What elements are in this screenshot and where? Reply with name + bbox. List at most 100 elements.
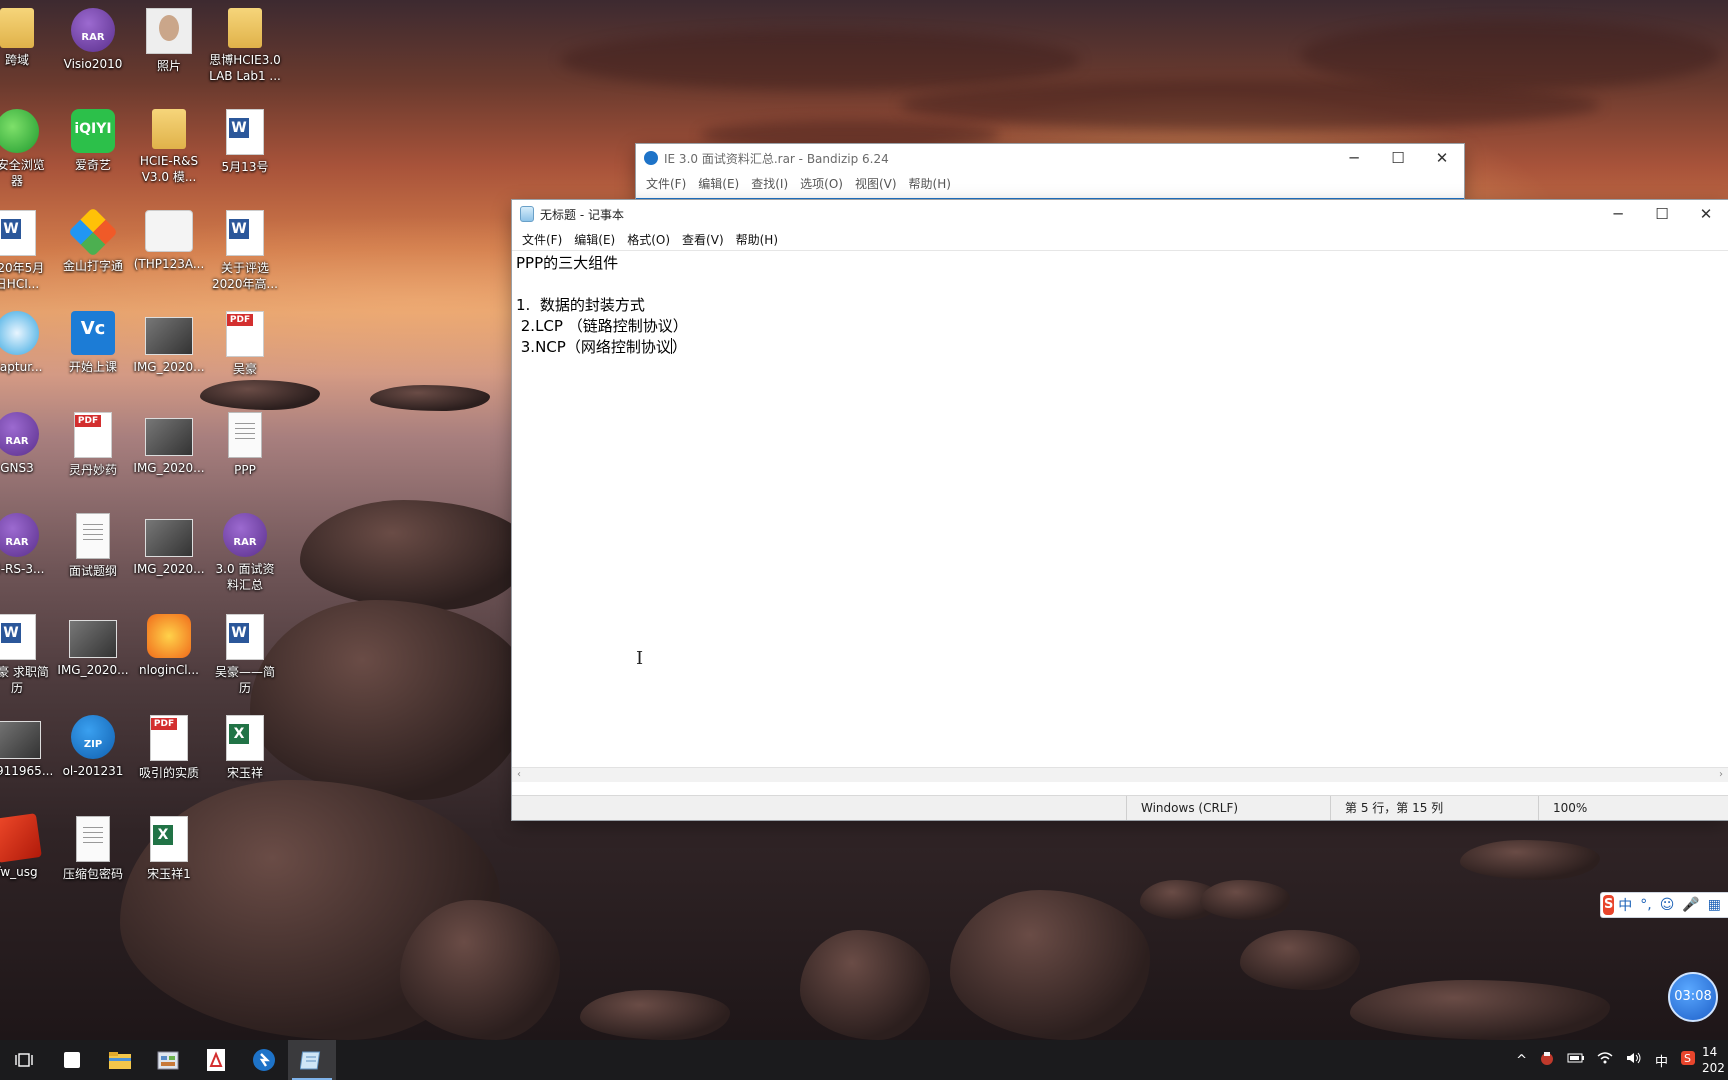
desktop-shortcut[interactable]: PDF 灵丹妙药 xyxy=(56,412,130,478)
desktop-shortcut[interactable]: X 宋玉祥 xyxy=(208,715,282,781)
desktop-shortcut[interactable]: IMG_2020... xyxy=(56,614,130,678)
desktop-shortcut-label: 5月13号 xyxy=(221,160,269,174)
desktop-shortcut[interactable]: RAR Visio2010 xyxy=(56,8,130,72)
desktop-shortcut[interactable]: ZIP ol-201231 xyxy=(56,715,130,779)
task-view-button[interactable] xyxy=(0,1040,48,1080)
desktop-shortcut[interactable]: 金山打字通 xyxy=(56,207,130,274)
bandizip-close-button[interactable]: ✕ xyxy=(1420,144,1464,172)
bandizip-menu-edit[interactable]: 编辑(E) xyxy=(692,175,745,192)
desktop-shortcut[interactable]: 压缩包密码 xyxy=(56,816,130,882)
bandizip-menu-find[interactable]: 查找(I) xyxy=(745,175,794,192)
rock-shape xyxy=(370,385,490,411)
notepad-window[interactable]: 无标题 - 记事本 ─ ☐ ✕ 文件(F) 编辑(E) 格式(O) 查看(V) … xyxy=(512,200,1728,820)
taskbar-app-pdf-reader[interactable] xyxy=(192,1040,240,1080)
bandizip-menu-options[interactable]: 选项(O) xyxy=(794,175,849,192)
bandizip-menu-file[interactable]: 文件(F) xyxy=(640,175,692,192)
desktop-shortcut[interactable]: W 吴豪 求职简 历 xyxy=(0,614,54,696)
show-hidden-icons-chevron-icon[interactable]: ^ xyxy=(1516,1053,1527,1068)
notepad-text-content[interactable]: PPP的三大组件 ​1. 数据的封装方式 2.LCP （链路控制协议） 3.NCP… xyxy=(516,253,1724,766)
rock-shape xyxy=(1350,980,1610,1040)
taskbar-app-bandizip[interactable] xyxy=(240,1040,288,1080)
notepad-text-area[interactable]: PPP的三大组件 ​1. 数据的封装方式 2.LCP （链路控制协议） 3.NCP… xyxy=(512,250,1728,782)
desktop-shortcut[interactable]: W 5月13号 xyxy=(208,109,282,175)
desktop-shortcut[interactable]: fw_usg xyxy=(0,813,54,880)
notepad-menu-edit[interactable]: 编辑(E) xyxy=(568,231,621,248)
notepad-menu-file[interactable]: 文件(F) xyxy=(516,231,568,248)
bandizip-menu-view[interactable]: 视图(V) xyxy=(849,175,903,192)
taskbar-app-whiteboard[interactable] xyxy=(48,1040,96,1080)
notepad-minimize-button[interactable]: ─ xyxy=(1596,200,1640,228)
iqiyi-icon: iQIYI xyxy=(71,109,115,153)
desktop-shortcut[interactable]: IMG_2020... xyxy=(132,513,206,577)
volume-icon[interactable] xyxy=(1625,1051,1643,1069)
excel-icon: X xyxy=(150,816,188,862)
desktop-shortcut[interactable]: RAR IE-RS-3... xyxy=(0,513,54,577)
scroll-left-arrow-icon[interactable]: ‹ xyxy=(512,768,526,782)
clock-time: 14 xyxy=(1702,1045,1718,1059)
bandizip-titlebar[interactable]: IE 3.0 面试资料汇总.rar - Bandizip 6.24 ─ ☐ ✕ xyxy=(636,144,1464,172)
notepad-menu-format[interactable]: 格式(O) xyxy=(621,231,676,248)
scroll-right-arrow-icon[interactable]: › xyxy=(1714,768,1728,782)
desktop-shortcut[interactable]: PDF 吸引的实质 xyxy=(132,715,206,781)
ime-toolbar[interactable]: S 中 °, ☺ 🎤 ▦ xyxy=(1600,892,1728,918)
input-language-indicator[interactable]: 中 xyxy=(1655,1051,1668,1070)
word-icon: W xyxy=(226,614,264,660)
taskbar-clock[interactable]: 14 202 xyxy=(1702,1044,1728,1076)
horizontal-scrollbar[interactable]: ‹ › xyxy=(512,767,1728,782)
desktop-shortcut[interactable]: IMG_2020... xyxy=(132,412,206,476)
desktop-shortcut[interactable]: RAR GNS3 xyxy=(0,412,54,476)
desktop-shortcut[interactable]: PDF 吴豪 xyxy=(208,311,282,377)
pdf-icon: PDF xyxy=(150,715,188,761)
ime-microphone-icon[interactable]: 🎤 xyxy=(1682,897,1699,913)
taskbar-app-file-explorer[interactable] xyxy=(96,1040,144,1080)
ime-punctuation-toggle[interactable]: °, xyxy=(1640,897,1651,913)
bandizip-menu-help[interactable]: 帮助(H) xyxy=(903,175,957,192)
desktop-shortcut[interactable]: HCIE-R&S V3.0 模... xyxy=(132,109,206,185)
desktop-shortcut[interactable]: 照片 xyxy=(132,8,206,74)
taskbar-app-notepad[interactable] xyxy=(288,1040,336,1080)
desktop-shortcut[interactable]: PPP xyxy=(208,412,282,478)
desktop-shortcut[interactable]: iQIYI 爱奇艺 xyxy=(56,109,130,173)
battery-icon[interactable] xyxy=(1567,1052,1585,1068)
desktop-shortcut[interactable]: W 020年5月 日HCI... xyxy=(0,210,54,292)
desktop-shortcut[interactable]: 跨域 xyxy=(0,8,54,68)
desktop-shortcut[interactable]: X 宋玉祥1 xyxy=(132,816,206,882)
word-icon: W xyxy=(226,210,264,256)
desktop-shortcut[interactable]: 思博HCIE3.0 LAB Lab1 ... xyxy=(208,8,282,84)
recording-timer[interactable]: 03:08 xyxy=(1668,972,1718,1022)
icon-badge-text: RAR xyxy=(5,537,29,548)
desktop-shortcut[interactable]: RAR 3.0 面试资 料汇总 xyxy=(208,513,282,593)
ime-mode-toggle[interactable]: 中 xyxy=(1618,895,1632,915)
desktop-shortcut[interactable]: IMG_2020... xyxy=(132,311,206,375)
pdf-icon: PDF xyxy=(226,311,264,357)
desktop-shortcut[interactable]: (THP123A... xyxy=(132,210,206,272)
desktop-shortcut[interactable]: 面试题纲 xyxy=(56,513,130,579)
desktop-shortcut[interactable]: Captur... xyxy=(0,311,54,375)
tray-app-icon[interactable] xyxy=(1539,1050,1555,1070)
ime-keyboard-icon[interactable]: ▦ xyxy=(1708,897,1721,913)
desktop-shortcut[interactable]: 15911965... xyxy=(0,715,54,779)
ime-emoji-icon[interactable]: ☺ xyxy=(1660,897,1675,913)
desktop-shortcut[interactable]: W 关于评选 2020年高... xyxy=(208,210,282,292)
desktop-shortcut-label: IMG_2020... xyxy=(133,360,205,374)
desktop-shortcut-label: 15911965... xyxy=(0,764,54,778)
bandizip-minimize-button[interactable]: ─ xyxy=(1332,144,1376,172)
bandizip-window[interactable]: IE 3.0 面试资料汇总.rar - Bandizip 6.24 ─ ☐ ✕ … xyxy=(636,144,1464,201)
taskbar-app-control-panel[interactable] xyxy=(144,1040,192,1080)
wifi-icon[interactable] xyxy=(1597,1051,1613,1069)
bandizip-maximize-button[interactable]: ☐ xyxy=(1376,144,1420,172)
notepad-close-button[interactable]: ✕ xyxy=(1684,200,1728,228)
desktop-shortcut[interactable]: 0安全浏览 器 xyxy=(0,109,54,189)
notepad-menu-help[interactable]: 帮助(H) xyxy=(730,231,784,248)
desktop-shortcut[interactable]: W 吴豪——简 历 xyxy=(208,614,282,696)
desktop-shortcut-label: HCIE-R&S V3.0 模... xyxy=(139,154,199,184)
desktop-shortcut[interactable]: nloginCl... xyxy=(132,614,206,678)
notepad-titlebar[interactable]: 无标题 - 记事本 ─ ☐ ✕ xyxy=(512,200,1728,228)
sogou-logo-icon[interactable]: S xyxy=(1603,895,1615,915)
rar-icon: RAR xyxy=(223,513,267,557)
desktop-shortcut[interactable]: Vc 开始上课 xyxy=(56,311,130,375)
image-icon xyxy=(145,210,193,252)
sogou-tray-icon[interactable]: S xyxy=(1680,1050,1696,1070)
notepad-menu-view[interactable]: 查看(V) xyxy=(676,231,730,248)
notepad-maximize-button[interactable]: ☐ xyxy=(1640,200,1684,228)
